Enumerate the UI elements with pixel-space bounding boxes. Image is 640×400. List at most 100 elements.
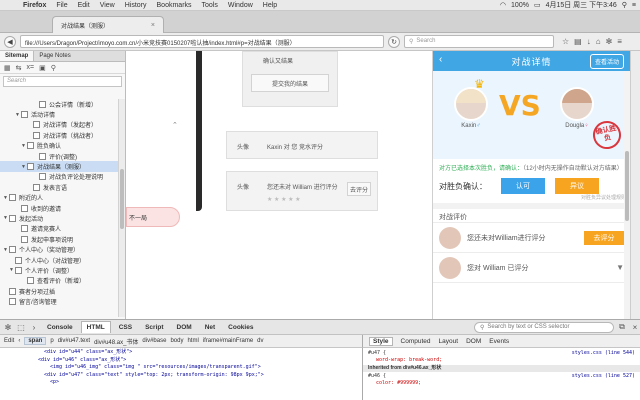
expand-icon[interactable]: ▦ bbox=[4, 64, 11, 72]
css-selector[interactable]: #u47 { bbox=[368, 350, 386, 356]
player-1[interactable]: Kaxin♂ bbox=[451, 87, 491, 129]
search-icon[interactable]: ⚲ bbox=[51, 64, 56, 72]
bookmark-star-icon[interactable]: ☆ bbox=[562, 37, 569, 46]
bookmarks-icon[interactable]: ▤ bbox=[574, 37, 582, 46]
html-node[interactable]: <div id="u47" class="text" style="top: 2… bbox=[4, 372, 358, 380]
pink-pill-button[interactable]: 不一局 bbox=[126, 207, 180, 227]
menu-edit[interactable]: Edit bbox=[73, 2, 95, 9]
tab-layout[interactable]: Layout bbox=[439, 338, 459, 345]
sitemap-item[interactable]: ▼ 附近的人 bbox=[0, 193, 119, 203]
sitemap-item[interactable]: ▼ 发起活动 bbox=[0, 213, 119, 223]
crumb[interactable]: span bbox=[24, 337, 47, 345]
chevron-down-icon[interactable]: ▼ bbox=[2, 215, 9, 221]
download-icon[interactable]: ↓ bbox=[587, 37, 591, 46]
inspect-icon[interactable]: ⬚ bbox=[16, 323, 26, 332]
tab-script[interactable]: Script bbox=[140, 322, 168, 333]
tab-dom-side[interactable]: DOM bbox=[466, 338, 481, 345]
link-icon[interactable]: ⇆ bbox=[16, 64, 22, 72]
close-icon[interactable]: × bbox=[630, 323, 640, 332]
back-arrow-icon[interactable]: ‹ bbox=[439, 54, 442, 65]
battery-icon[interactable]: ▭ bbox=[534, 1, 541, 9]
chevron-down-icon[interactable]: ▼ bbox=[20, 143, 27, 149]
sitemap-item[interactable]: ▼ 个人评价（调整） bbox=[0, 265, 119, 275]
search-input[interactable]: ⚲ Search bbox=[404, 35, 554, 48]
submit-result-button[interactable]: 提交我的结果 bbox=[251, 74, 329, 92]
wifi-icon[interactable]: ◠ bbox=[500, 1, 506, 9]
sitemap-item[interactable]: 留言/咨询管理 bbox=[0, 296, 119, 306]
crumb[interactable]: dv bbox=[257, 338, 263, 344]
sitemap-item[interactable]: 邀请竞赛人 bbox=[0, 224, 119, 234]
scrollbar-thumb[interactable] bbox=[625, 151, 629, 221]
css-property[interactable]: color: #999999; bbox=[368, 380, 635, 387]
css-property[interactable]: word-wrap: break-word; bbox=[368, 357, 635, 364]
crumb[interactable]: iframe#mainFrame bbox=[203, 338, 253, 344]
menu-app[interactable]: Firefox bbox=[18, 2, 51, 9]
crumb[interactable]: html bbox=[187, 338, 198, 344]
tab-sitemap[interactable]: Sitemap bbox=[0, 51, 35, 61]
expand-arrow-icon[interactable]: ▼ bbox=[616, 263, 624, 272]
menu-file[interactable]: File bbox=[51, 2, 72, 9]
crumb[interactable]: div#u47.text bbox=[58, 338, 90, 344]
tab-net[interactable]: Net bbox=[200, 322, 220, 333]
chevron-down-icon[interactable]: ▼ bbox=[14, 112, 21, 118]
sitemap-item[interactable]: ▼ 对战结果（测服） bbox=[0, 161, 119, 172]
sitemap-item[interactable]: 发起申事项说明 bbox=[0, 234, 119, 244]
sitemap-item[interactable]: 查看评价（新增） bbox=[0, 276, 119, 286]
sitemap-item[interactable]: 发表言语 bbox=[0, 182, 119, 192]
menu-help[interactable]: Help bbox=[258, 2, 282, 9]
view-activity-button[interactable]: 查看活动 bbox=[589, 54, 624, 69]
crumb[interactable]: body bbox=[170, 338, 183, 344]
tab-cookies[interactable]: Cookies bbox=[223, 322, 258, 333]
chevron-right-icon[interactable]: › bbox=[29, 323, 39, 332]
tab-css[interactable]: CSS bbox=[114, 322, 137, 333]
edit-button[interactable]: Edit bbox=[4, 338, 14, 344]
sitemap-item[interactable]: 对战详情（发起者） bbox=[0, 120, 119, 130]
sitemap-item[interactable]: 赛者分项过插 bbox=[0, 286, 119, 296]
detach-icon[interactable]: ⧉ bbox=[617, 322, 627, 332]
crumb[interactable]: div#u48.ax_书体 bbox=[94, 337, 138, 346]
url-input[interactable]: file:///Users/Dragon/Project/imoyo.com.c… bbox=[20, 35, 384, 48]
tab-dom[interactable]: DOM bbox=[172, 322, 197, 333]
sitemap-item[interactable]: 评价(调整) bbox=[0, 151, 119, 161]
collapse-chevron-icon[interactable]: ⌃ bbox=[172, 121, 178, 129]
search-icon[interactable]: ⚲ bbox=[622, 1, 627, 9]
tab-style[interactable]: Style bbox=[369, 336, 393, 346]
sitemap-item[interactable]: 公会详情（新增） bbox=[0, 99, 119, 109]
sitemap-item[interactable]: 个人中心（对战管理） bbox=[0, 255, 119, 265]
crumb[interactable]: p bbox=[50, 338, 53, 344]
html-node[interactable]: <div id="u46" class="ax_形状"> bbox=[4, 357, 358, 365]
firebug-icon[interactable]: ✻ bbox=[606, 37, 613, 46]
reload-icon[interactable]: ↻ bbox=[388, 35, 400, 48]
agree-button[interactable]: 认可 bbox=[501, 178, 545, 194]
rate-button[interactable]: 去评分 bbox=[347, 182, 371, 196]
menu-tools[interactable]: Tools bbox=[197, 2, 223, 9]
dispute-button[interactable]: 异议 bbox=[555, 178, 599, 194]
html-node[interactable]: <p> bbox=[4, 379, 358, 387]
tab-computed[interactable]: Computed bbox=[401, 338, 431, 345]
sitemap-item[interactable]: 对战负评论处理说明 bbox=[0, 172, 119, 182]
menu-view[interactable]: View bbox=[95, 2, 120, 9]
back-button[interactable]: ◀ bbox=[4, 35, 16, 48]
menu-window[interactable]: Window bbox=[223, 2, 258, 9]
notes-icon[interactable]: ▣ bbox=[39, 64, 46, 72]
sitemap-item[interactable]: ▼ 胜负确认 bbox=[0, 141, 119, 151]
chevron-down-icon[interactable]: ▼ bbox=[20, 164, 27, 170]
crumb-back-icon[interactable]: ‹ bbox=[18, 338, 20, 344]
crumb[interactable]: div#base bbox=[142, 338, 166, 344]
sitemap-item[interactable]: 对战详情（挑战者） bbox=[0, 130, 119, 140]
firebug-search-input[interactable]: ⚲ Search by text or CSS selector bbox=[474, 321, 614, 333]
tab-events[interactable]: Events bbox=[489, 338, 509, 345]
close-icon[interactable]: × bbox=[151, 22, 155, 29]
sidebar-search-input[interactable]: Search bbox=[3, 76, 122, 87]
go-rate-button[interactable]: 去评分 bbox=[584, 230, 624, 245]
player-2[interactable]: Dougla♀ bbox=[557, 87, 597, 129]
sitemap-item[interactable]: ▼ 活动详情 bbox=[0, 109, 119, 119]
css-source-link[interactable]: styles.css (line 527) bbox=[572, 373, 635, 380]
html-node[interactable]: <img id="u46_img" class="img " src="reso… bbox=[4, 364, 358, 372]
tab-console[interactable]: Console bbox=[42, 322, 78, 333]
browser-tab[interactable]: 对战结果（测服） × bbox=[52, 16, 164, 33]
menu-icon[interactable]: ≡ bbox=[617, 37, 622, 46]
scrollbar-thumb[interactable] bbox=[120, 169, 124, 229]
css-source-link[interactable]: styles.css (line 544) bbox=[572, 350, 635, 357]
home-icon[interactable]: ⌂ bbox=[596, 37, 601, 46]
